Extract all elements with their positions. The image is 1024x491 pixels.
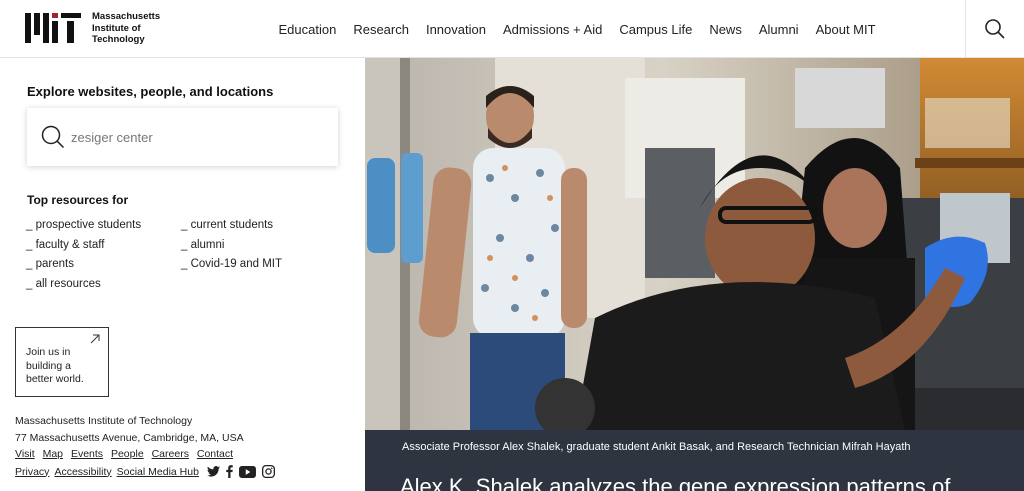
logo-line: Massachusetts	[92, 11, 161, 22]
explore-search-input[interactable]	[71, 126, 321, 148]
resources-column: _ prospective students _ faculty & staff…	[26, 216, 141, 294]
nav-admissions[interactable]: Admissions + Aid	[503, 22, 602, 37]
footer-links-row: Privacy Accessibility Social Media Hub	[15, 465, 281, 478]
top-resources-title: Top resources for	[27, 193, 129, 207]
mit-logo[interactable]	[25, 13, 81, 43]
footer-link-careers[interactable]: Careers	[152, 448, 189, 460]
logo-line: Technology	[92, 34, 145, 45]
header-search-button[interactable]	[965, 0, 1024, 58]
explore-title: Explore websites, people, and locations	[27, 84, 274, 99]
nav-campus-life[interactable]: Campus Life	[619, 22, 692, 37]
footer-link-visit[interactable]: Visit	[15, 448, 35, 460]
site-header: Massachusetts Institute of Technology Ed…	[0, 0, 1024, 58]
youtube-icon[interactable]	[238, 465, 256, 478]
explore-search-box[interactable]	[27, 108, 338, 166]
caption-headline[interactable]: Alex K. Shalek analyzes the gene express…	[400, 474, 950, 491]
footer-link-social-hub[interactable]: Social Media Hub	[117, 466, 199, 478]
footer-link-contact[interactable]: Contact	[197, 448, 233, 460]
resource-link-prospective[interactable]: _ prospective students	[26, 216, 141, 236]
caption-credit: Associate Professor Alex Shalek, graduat…	[402, 441, 911, 453]
join-line: better world.	[26, 373, 84, 385]
main-nav: Education Research Innovation Admissions…	[270, 0, 884, 58]
footer-link-people[interactable]: People	[111, 448, 144, 460]
nav-innovation[interactable]: Innovation	[426, 22, 486, 37]
nav-news[interactable]: News	[709, 22, 742, 37]
explore-panel: Explore websites, people, and locations …	[0, 58, 365, 491]
join-us-card[interactable]: Join us in building a better world.	[15, 327, 109, 397]
logo-line: Institute of	[92, 22, 141, 34]
arrow-up-right-icon	[90, 334, 100, 344]
social-links	[206, 465, 281, 478]
footer-link-events[interactable]: Events	[71, 448, 103, 460]
hero-caption: Associate Professor Alex Shalek, graduat…	[365, 430, 1024, 491]
nav-alumni[interactable]: Alumni	[759, 22, 799, 37]
resource-link-current[interactable]: _ current students	[181, 216, 282, 236]
hero-photo	[365, 58, 1024, 430]
twitter-icon[interactable]	[206, 466, 220, 477]
footer-link-accessibility[interactable]: Accessibility	[54, 466, 111, 478]
hero-illustration	[365, 58, 1024, 430]
nav-about[interactable]: About MIT	[816, 22, 876, 37]
join-line: Join us in	[26, 346, 71, 358]
nav-education[interactable]: Education	[279, 22, 337, 37]
institute-name: Massachusetts Institute of Technology	[15, 415, 193, 427]
join-line: building a	[26, 359, 71, 372]
resource-link-covid[interactable]: _ Covid-19 and MIT	[181, 255, 282, 275]
footer-link-map[interactable]: Map	[43, 448, 63, 460]
institute-address: 77 Massachusetts Avenue, Cambridge, MA, …	[15, 432, 244, 444]
resource-link-alumni[interactable]: _ alumni	[181, 236, 282, 256]
resources-column: _ current students _ alumni _ Covid-19 a…	[181, 216, 282, 275]
search-icon	[41, 125, 65, 149]
resource-link-parents[interactable]: _ parents	[26, 255, 141, 275]
resource-link-all[interactable]: _ all resources	[26, 275, 141, 295]
footer-links-row: Visit Map Events People Careers Contact	[15, 448, 238, 460]
instagram-icon[interactable]	[261, 465, 275, 478]
search-icon	[985, 19, 1005, 39]
nav-research[interactable]: Research	[353, 22, 409, 37]
facebook-icon[interactable]	[226, 465, 233, 478]
logo-wordmark[interactable]: Massachusetts Institute of Technology	[92, 11, 160, 46]
footer-link-privacy[interactable]: Privacy	[15, 466, 49, 478]
resource-link-faculty[interactable]: _ faculty & staff	[26, 236, 141, 256]
